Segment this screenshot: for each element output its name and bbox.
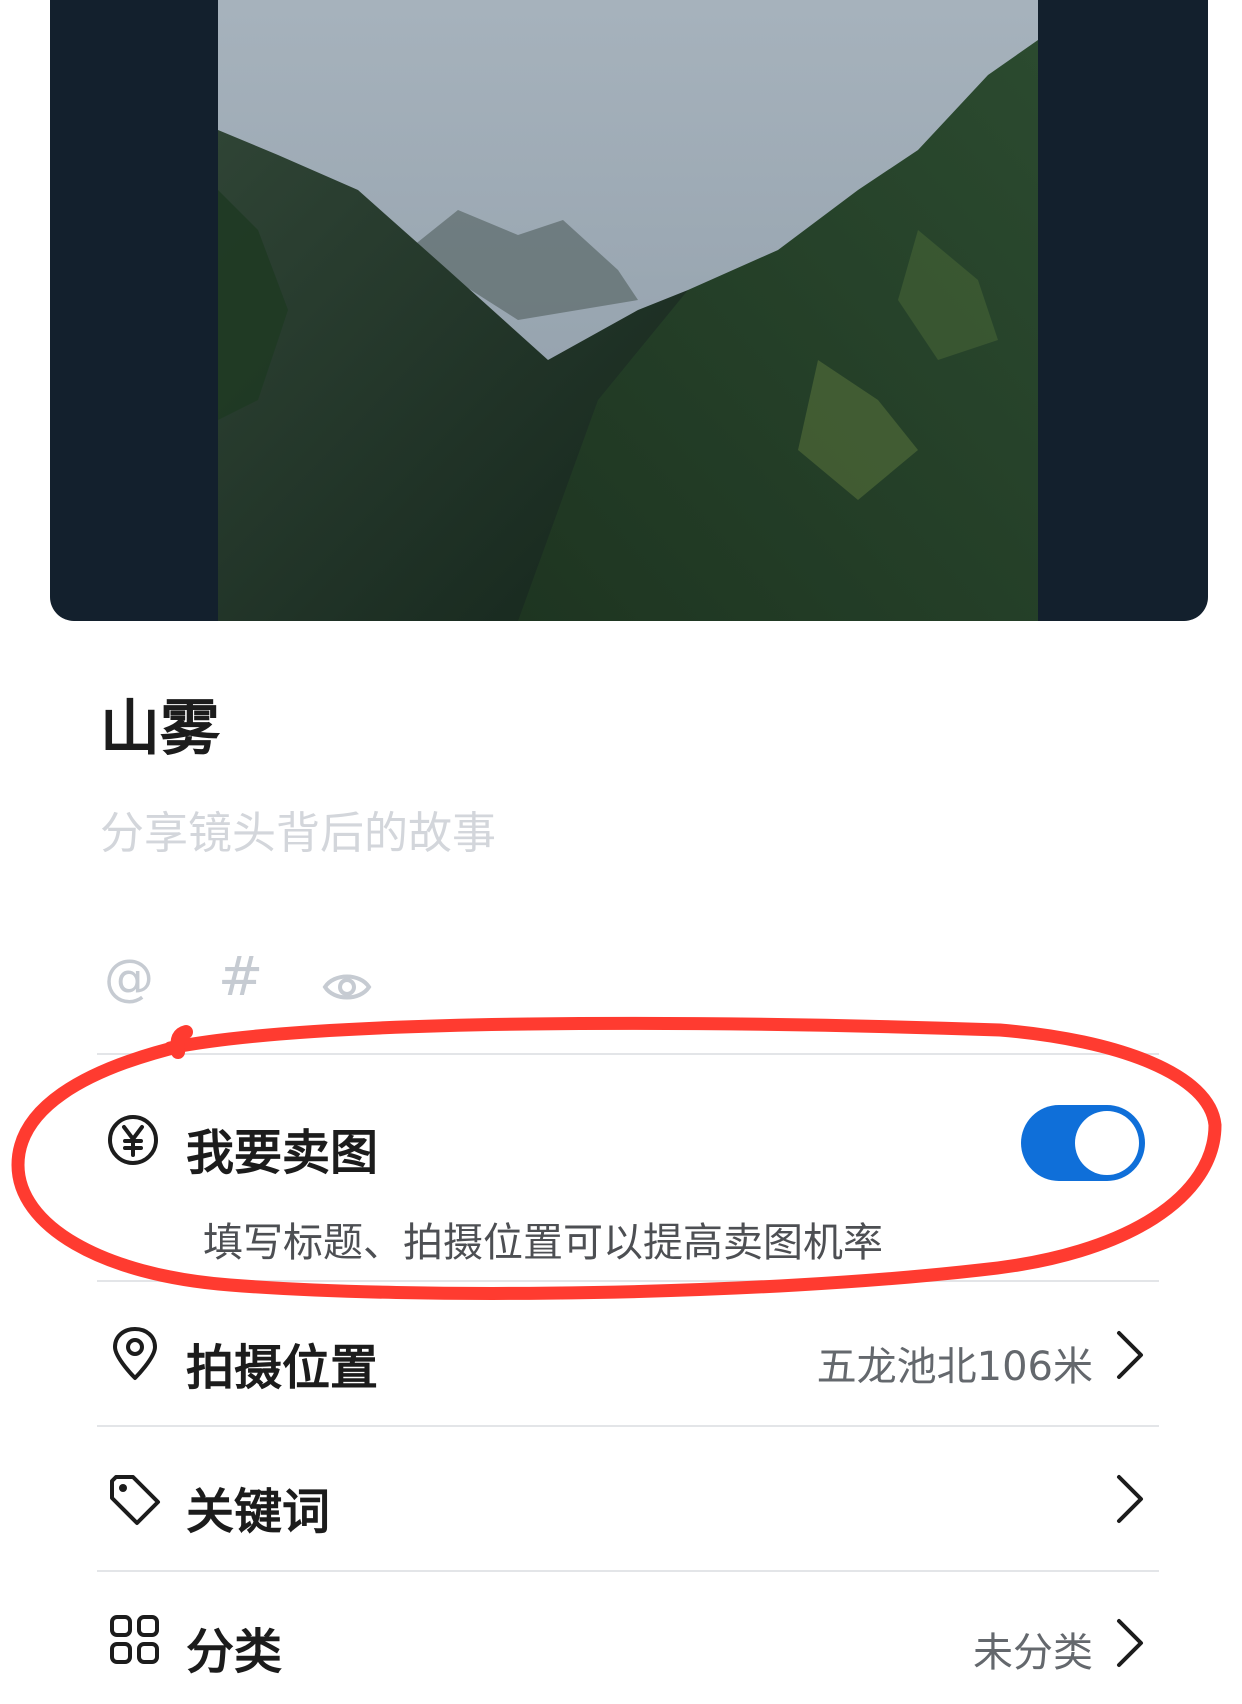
settings-row-label: 分类 xyxy=(186,1624,283,1680)
photo-title[interactable]: 山雾 xyxy=(100,680,220,767)
sell-photo-hint: 填写标题、拍摄位置可以提高卖图机率 xyxy=(203,1220,883,1266)
mention-button[interactable]: @ xyxy=(104,953,154,1003)
toggle-knob xyxy=(1075,1111,1139,1175)
divider xyxy=(97,1053,1159,1055)
tag-icon xyxy=(110,1475,160,1525)
category-value: 未分类 xyxy=(973,1630,1093,1676)
settings-row-label: 拍摄位置 xyxy=(186,1340,379,1396)
sell-photo-toggle[interactable] xyxy=(1021,1105,1145,1181)
divider xyxy=(97,1425,1159,1427)
grid-icon xyxy=(110,1615,159,1664)
settings-row-label: 关键词 xyxy=(186,1484,331,1540)
photo-preview-frame[interactable] xyxy=(50,0,1208,621)
location-value: 五龙池北106米 xyxy=(816,1344,1093,1390)
settings-row-location[interactable]: 拍摄位置 五龙池北106米 xyxy=(97,1296,1159,1416)
mountain-photo xyxy=(218,0,1038,621)
chevron-right-icon xyxy=(1117,1619,1143,1667)
eye-icon[interactable] xyxy=(322,963,372,1013)
divider xyxy=(97,1280,1159,1282)
sell-photo-row[interactable]: 我要卖图 xyxy=(97,1095,1159,1205)
settings-row-keywords[interactable]: 关键词 xyxy=(97,1440,1159,1560)
settings-row-category[interactable]: 分类 未分类 xyxy=(97,1584,1159,1704)
topic-button[interactable]: # xyxy=(218,950,263,1004)
chevron-right-icon xyxy=(1117,1331,1143,1379)
sell-photo-label: 我要卖图 xyxy=(186,1125,379,1181)
yuan-circle-icon xyxy=(108,1115,158,1165)
story-input[interactable] xyxy=(100,808,1100,859)
location-pin-icon xyxy=(113,1327,157,1380)
chevron-right-icon xyxy=(1117,1475,1143,1523)
divider xyxy=(97,1570,1159,1572)
